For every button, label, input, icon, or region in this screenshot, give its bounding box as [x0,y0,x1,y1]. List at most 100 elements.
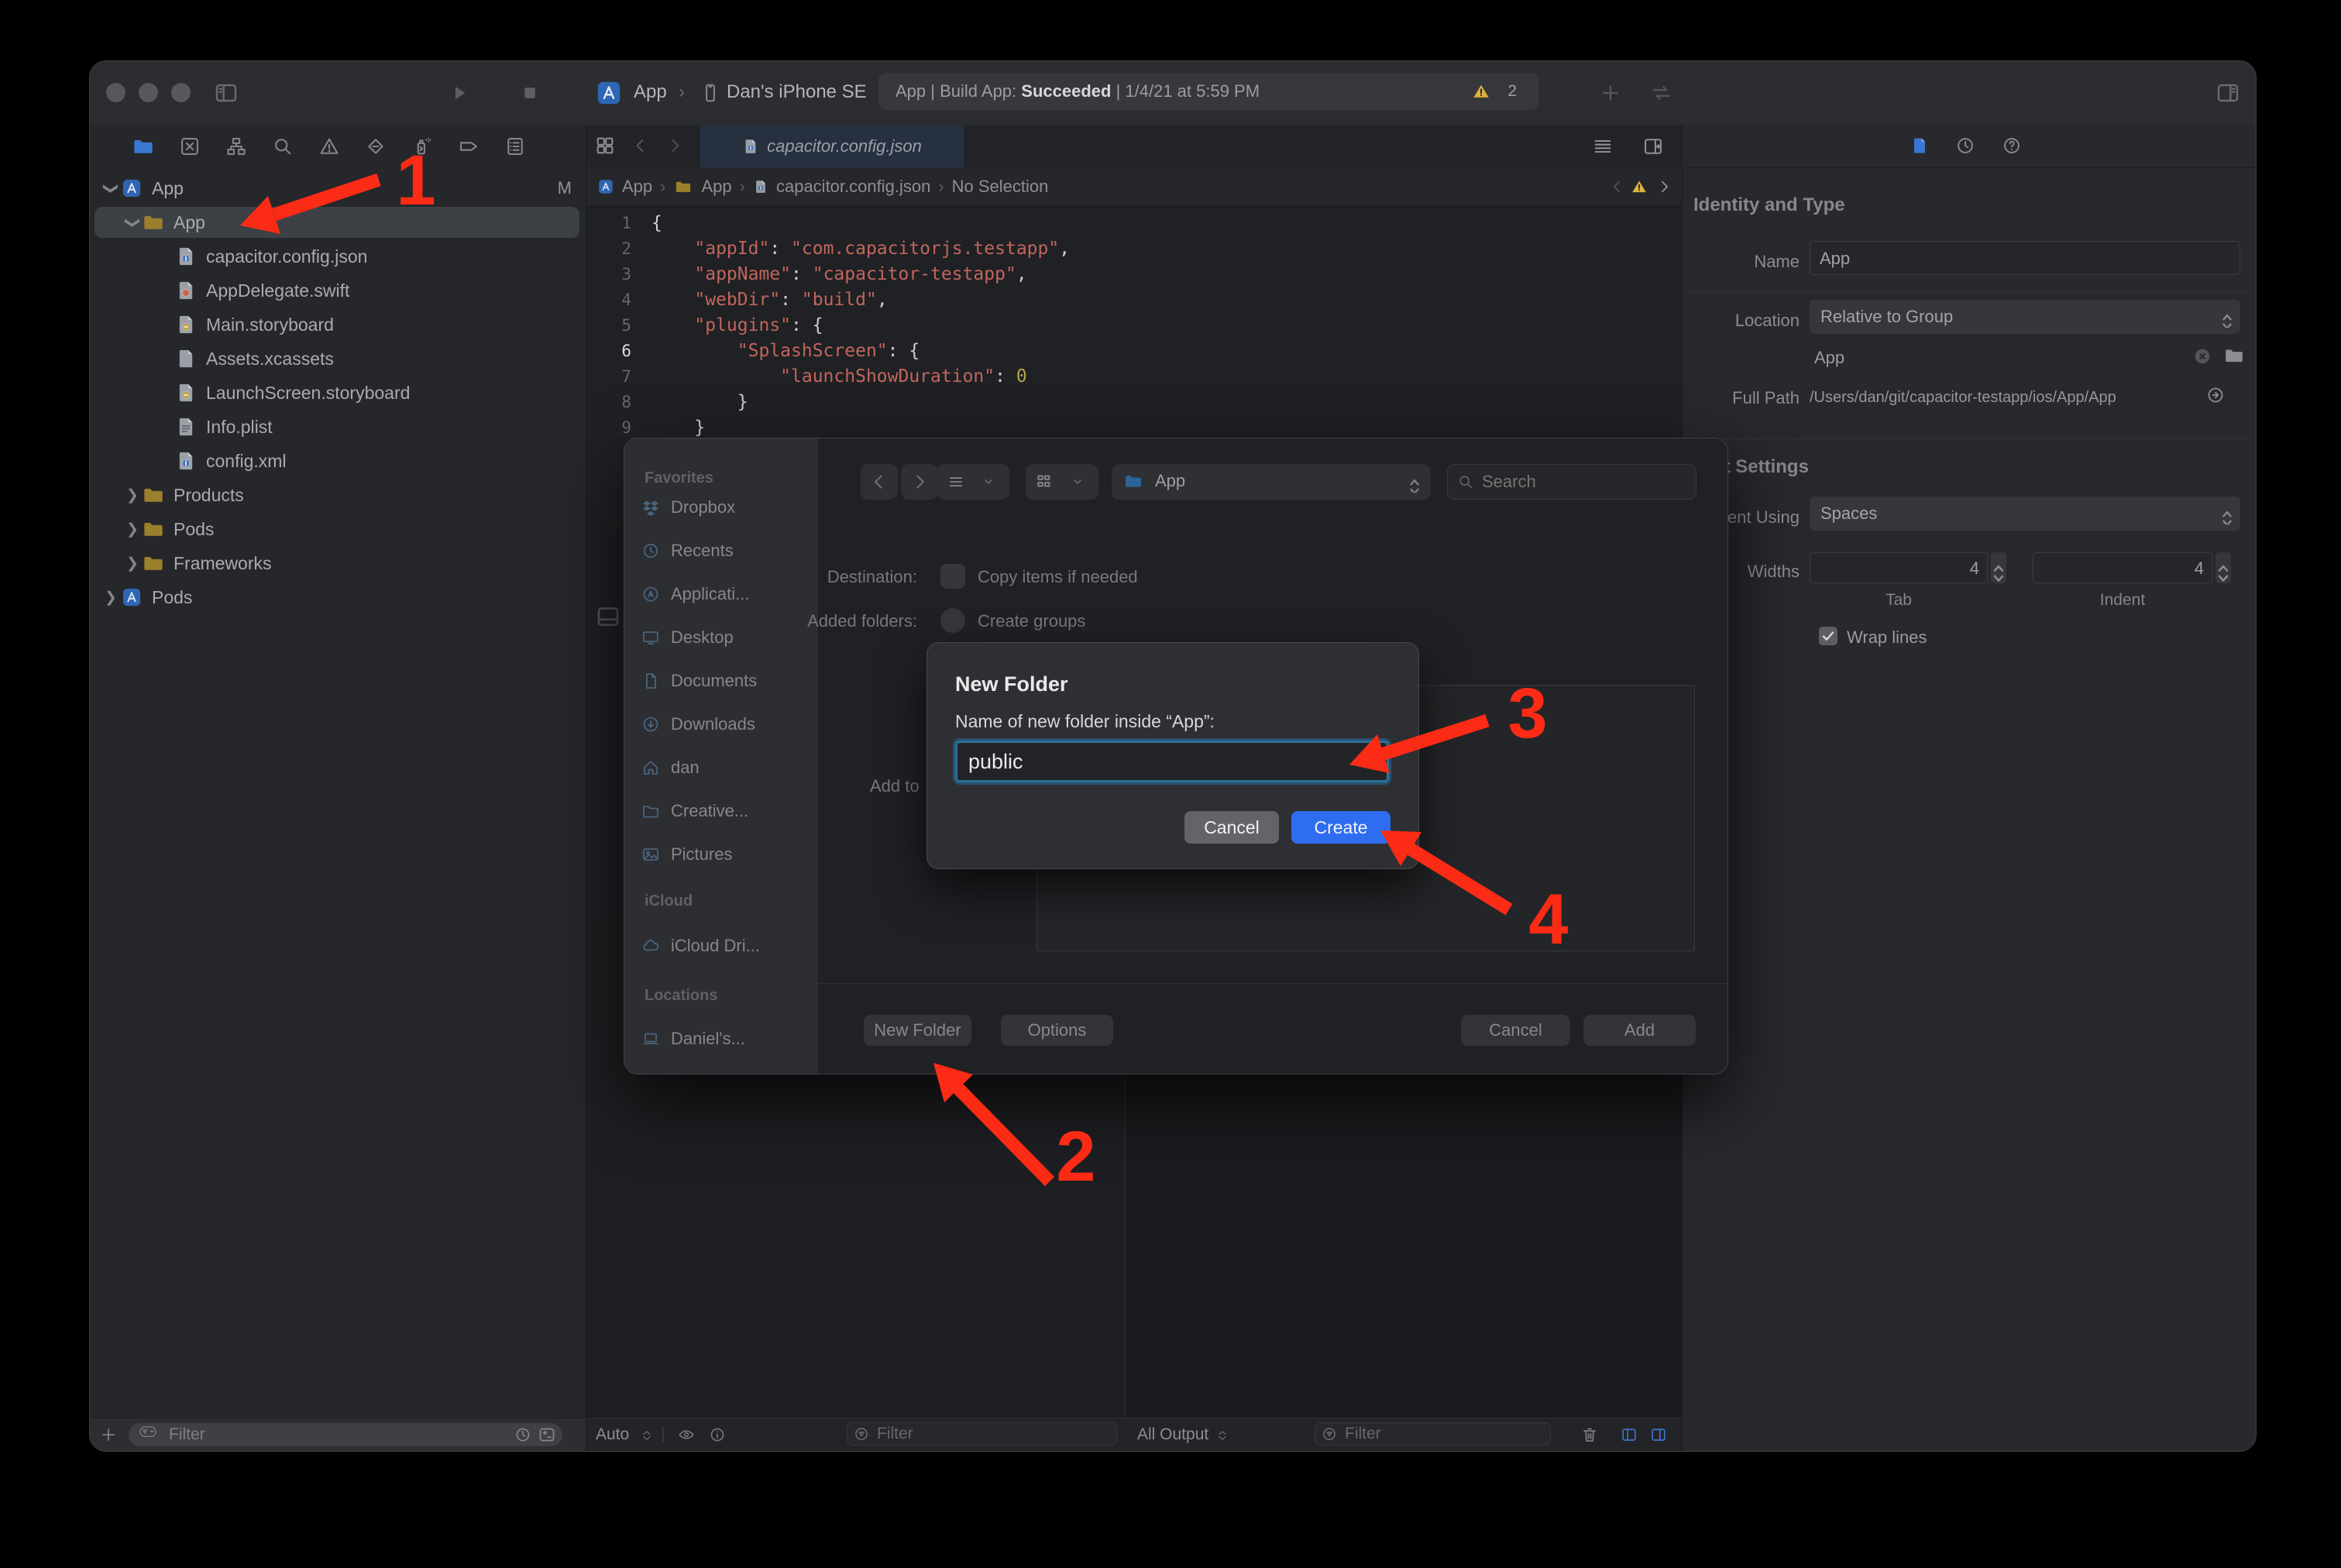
info-icon[interactable] [709,1426,726,1443]
tree-row-info-plist[interactable]: Info.plist [90,410,586,444]
tree-row-frameworks[interactable]: ❯Frameworks [90,546,586,580]
modal-cancel-button[interactable]: Cancel [1184,811,1279,844]
tree-row-pods[interactable]: ❯Pods [90,580,586,614]
sidebar-item-icloud-dri-[interactable]: iCloud Dri... [641,933,812,959]
history-inspector-tab[interactable] [1955,136,1975,156]
search-input[interactable] [1480,471,1667,493]
quicklook-icon[interactable] [676,1426,696,1443]
tree-row-pods[interactable]: ❯Pods [90,512,586,546]
breadcrumb-group[interactable]: App [701,177,731,197]
console-scope-select[interactable]: All Output [1137,1425,1208,1444]
tree-row-assets-xcassets[interactable]: Assets.xcassets [90,342,586,376]
code-line-7[interactable]: 7 "launchShowDuration": 0 [586,364,1682,390]
related-items-icon[interactable] [594,135,616,156]
tree-row-config-xml[interactable]: config.xml [90,444,586,478]
tree-row-app[interactable]: ❯App [90,205,586,239]
tree-row-capacitor-config-json[interactable]: capacitor.config.json [90,239,586,273]
clear-console-icon[interactable] [1580,1425,1599,1444]
run-destination[interactable]: Dan's iPhone SE [727,81,867,103]
search-field[interactable] [1447,464,1696,500]
disclosure-collapsed-icon[interactable]: ❯ [101,589,121,607]
grid-view-button[interactable] [1026,464,1098,500]
disclosure-expanded-icon[interactable]: ❯ [102,178,120,198]
recent-files-filter-icon[interactable] [514,1426,531,1443]
reveal-path-icon[interactable] [2206,386,2225,404]
minimap-icon[interactable] [1592,136,1614,157]
next-issue-icon[interactable] [1655,178,1672,195]
code-line-8[interactable]: 8 } [586,390,1682,415]
tree-row-main-storyboard[interactable]: Main.storyboard [90,308,586,342]
zoom-traffic-light-icon[interactable] [171,83,191,102]
code-line-5[interactable]: 5 "plugins": { [586,313,1682,339]
previous-issue-icon[interactable] [1609,178,1626,195]
disclosure-collapsed-icon[interactable]: ❯ [122,521,143,538]
tab-width-field[interactable]: 4 [1810,552,1988,583]
sidebar-item-creative-[interactable]: Creative... [641,798,812,824]
variables-filter-input[interactable] [875,1424,1062,1444]
create-groups-radio[interactable] [940,608,965,633]
warning-icon[interactable] [1472,83,1490,100]
dialog-cancel-button[interactable]: Cancel [1461,1015,1570,1046]
modal-create-button[interactable]: Create [1291,811,1391,844]
dialog-add-button[interactable]: Add [1583,1015,1696,1046]
tab-width-stepper[interactable] [1991,552,2006,583]
sidebar-item-recents[interactable]: Recents [641,538,812,564]
navigator-tab-spray[interactable] [411,136,433,157]
tree-row-launchscreen-storyboard[interactable]: LaunchScreen.storyboard [90,376,586,410]
location-select[interactable]: Relative to Group [1810,300,2240,334]
minimize-traffic-light-icon[interactable] [139,83,158,102]
scheme-name[interactable]: App [634,81,667,103]
code-review-icon[interactable] [1648,81,1675,105]
file-inspector-tab[interactable] [1910,135,1929,156]
indent-width-stepper[interactable] [2216,552,2231,583]
issue-warning-icon[interactable] [1631,179,1648,194]
indent-width-field[interactable]: 4 [2033,552,2212,583]
disclosure-collapsed-icon[interactable]: ❯ [122,487,143,504]
sidebar-item-downloads[interactable]: Downloads [641,711,812,738]
navigator-filter-input[interactable] [167,1425,423,1445]
toggle-inspector-icon[interactable] [2216,81,2240,105]
help-inspector-tab[interactable] [2002,136,2022,156]
new-folder-button[interactable]: New Folder [864,1015,971,1046]
add-editor-icon[interactable] [1641,136,1665,157]
copy-items-checkbox[interactable] [940,564,965,589]
source-control-filter-icon[interactable] [538,1425,556,1444]
back-button[interactable] [861,464,898,500]
clear-location-icon[interactable] [2192,346,2212,366]
code-line-2[interactable]: 2 "appId": "com.capacitorjs.testapp", [586,236,1682,262]
name-field[interactable]: App [1810,241,2240,275]
variables-scope-select[interactable]: Auto [596,1425,629,1444]
code-line-1[interactable]: 1{ [586,211,1682,236]
navigator-tab-folderfill[interactable] [132,136,154,157]
disclosure-expanded-icon[interactable]: ❯ [124,212,142,232]
toggle-navigator-icon[interactable] [214,81,239,105]
sidebar-item-daniel-s-[interactable]: Daniel's... [641,1026,812,1052]
stop-button[interactable] [518,81,541,105]
indent-using-select[interactable]: Spaces [1810,497,2240,531]
tree-row-app[interactable]: ❯AppM [90,171,586,205]
library-add-icon[interactable] [1599,81,1622,105]
run-button[interactable] [448,81,471,105]
close-traffic-light-icon[interactable] [106,83,125,102]
tree-row-products[interactable]: ❯Products [90,478,586,512]
navigator-tab-tag[interactable] [458,136,480,157]
forward-icon[interactable] [665,136,684,155]
breadcrumb-project[interactable]: App [622,177,652,197]
code-line-3[interactable]: 3 "appName": "capacitor-testapp", [586,262,1682,287]
navigator-tab-search[interactable] [272,136,294,157]
navigator-tab-hier[interactable] [225,136,247,157]
code-line-4[interactable]: 4 "webDir": "build", [586,287,1682,313]
navigator-tab-xsquare[interactable] [179,136,201,157]
breadcrumb-selection[interactable]: No Selection [952,177,1049,197]
sidebar-item-pictures[interactable]: Pictures [641,841,812,868]
folder-name-field[interactable] [955,741,1389,782]
forward-button[interactable] [901,464,938,500]
editor-tab[interactable]: capacitor.config.json [699,125,965,167]
navigator-tab-listdoc[interactable] [504,136,526,157]
list-view-button[interactable] [937,464,1009,500]
choose-folder-icon[interactable] [2223,346,2245,366]
navigator-tab-diamond[interactable] [365,136,387,157]
breadcrumb-file[interactable]: capacitor.config.json [776,177,930,197]
show-variables-icon[interactable] [1619,1426,1639,1443]
sidebar-item-dropbox[interactable]: Dropbox [641,494,812,521]
